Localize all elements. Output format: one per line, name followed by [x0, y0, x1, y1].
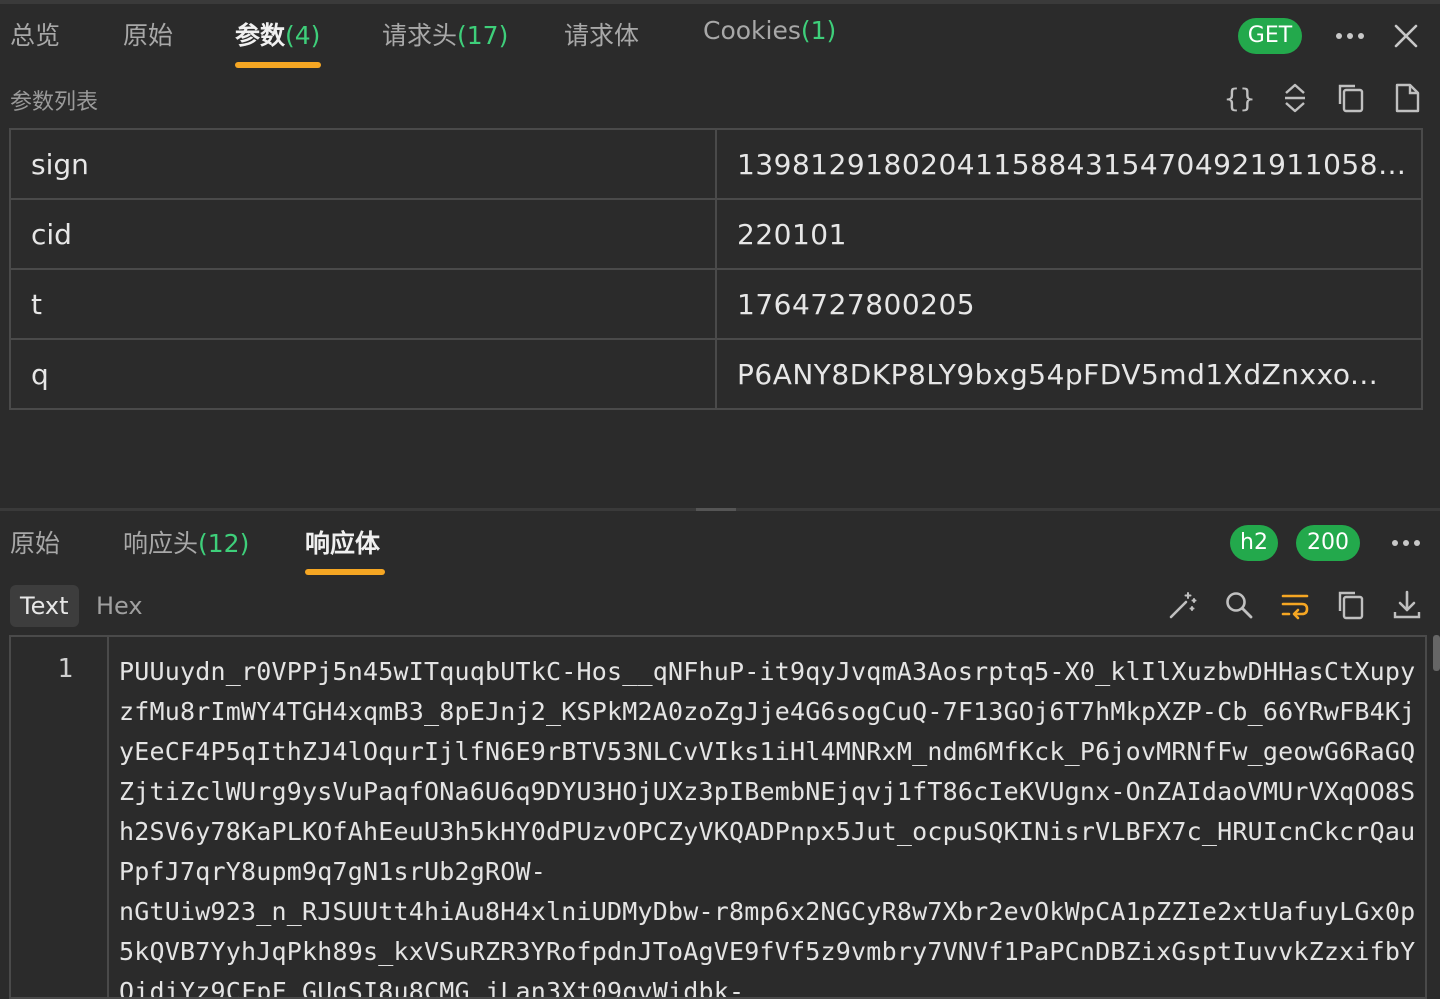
- param-key[interactable]: t: [9, 268, 717, 340]
- close-icon[interactable]: [1392, 22, 1420, 54]
- copy-icon[interactable]: [1336, 82, 1366, 118]
- request-tab-bar: 总览 原始 参数(4) 请求头(17) 请求体 Cookies(1): [0, 12, 1440, 68]
- tab-label: 请求头: [382, 21, 458, 50]
- file-icon[interactable]: [1393, 82, 1421, 118]
- search-icon[interactable]: [1224, 589, 1254, 625]
- response-tab-bar: 原始 响应头(12) 响应体: [0, 520, 1440, 576]
- tab-params[interactable]: 参数(4): [235, 16, 320, 52]
- tab-cookies[interactable]: Cookies(1): [703, 16, 836, 45]
- param-value[interactable]: P6ANY8DKP8LY9bxg54pFDV5md1XdZnxxo...: [715, 338, 1423, 410]
- top-border: [0, 0, 1440, 4]
- tab-response-body[interactable]: 响应体: [305, 524, 380, 560]
- tab-label: 原始: [10, 529, 61, 558]
- param-value[interactable]: 139812918020411588431547049219110582​74: [715, 128, 1423, 200]
- magic-wand-icon[interactable]: [1167, 589, 1199, 625]
- tab-raw[interactable]: 原始: [123, 16, 173, 52]
- table-row: q P6ANY8DKP8LY9bxg54pFDV5md1XdZnxxo...: [9, 338, 1423, 410]
- active-tab-indicator: [235, 62, 321, 68]
- tab-label: 响应体: [305, 529, 381, 558]
- tab-overview[interactable]: 总览: [10, 16, 60, 52]
- param-value[interactable]: 220101: [715, 198, 1423, 270]
- scrollbar[interactable]: [1433, 635, 1440, 671]
- more-icon[interactable]: [1334, 20, 1366, 56]
- active-tab-indicator: [305, 569, 385, 575]
- panel-divider[interactable]: [0, 508, 1440, 511]
- line-number: 1: [57, 654, 73, 684]
- tab-response-raw[interactable]: 原始: [10, 524, 60, 560]
- param-key[interactable]: q: [9, 338, 717, 410]
- tab-count: (12): [198, 529, 250, 558]
- status-badge: 200: [1296, 525, 1360, 561]
- protocol-badge: h2: [1230, 525, 1278, 561]
- view-text-button[interactable]: Text: [10, 585, 79, 627]
- table-row: t 1764727800205: [9, 268, 1423, 340]
- copy-icon[interactable]: [1336, 589, 1366, 625]
- tab-response-headers[interactable]: 响应头(12): [123, 524, 249, 560]
- tab-label: Cookies: [703, 16, 801, 45]
- tab-request-body[interactable]: 请求体: [564, 16, 639, 52]
- tab-count: (1): [800, 16, 837, 45]
- response-body-editor[interactable]: 1 PUUuydn_r0VPPj5n45wITquqbUTkC-Hos__qNF…: [9, 635, 1427, 999]
- download-icon[interactable]: [1392, 589, 1422, 625]
- line-gutter: 1: [11, 637, 109, 997]
- tab-label: 参数: [235, 21, 286, 50]
- table-row: cid 220101: [9, 198, 1423, 270]
- more-icon[interactable]: [1390, 527, 1422, 563]
- tab-label: 原始: [123, 21, 174, 50]
- tab-count: (4): [285, 21, 321, 50]
- params-table: sign 13981291802041158843154704921911058…: [9, 128, 1423, 410]
- method-badge: GET: [1238, 18, 1302, 54]
- resize-handle[interactable]: [696, 508, 736, 511]
- response-body-text[interactable]: PUUuydn_r0VPPj5n45wITquqbUTkC-Hos__qNFhu…: [119, 652, 1419, 997]
- expand-collapse-icon[interactable]: [1281, 82, 1309, 118]
- wrap-icon[interactable]: [1280, 589, 1310, 625]
- view-hex-button[interactable]: Hex: [86, 585, 153, 627]
- svg-text:{}: {}: [1224, 84, 1254, 114]
- tab-label: 请求体: [564, 21, 640, 50]
- braces-icon[interactable]: {}: [1224, 82, 1255, 118]
- tab-label: 总览: [10, 21, 61, 50]
- tab-request-headers[interactable]: 请求头(17): [382, 16, 508, 52]
- param-key[interactable]: cid: [9, 198, 717, 270]
- tab-label: 响应头: [123, 529, 199, 558]
- table-row: sign 13981291802041158843154704921911058…: [9, 128, 1423, 200]
- param-value[interactable]: 1764727800205: [715, 268, 1423, 340]
- tab-count: (17): [457, 21, 509, 50]
- params-section-label: 参数列表: [10, 90, 99, 115]
- param-key[interactable]: sign: [9, 128, 717, 200]
